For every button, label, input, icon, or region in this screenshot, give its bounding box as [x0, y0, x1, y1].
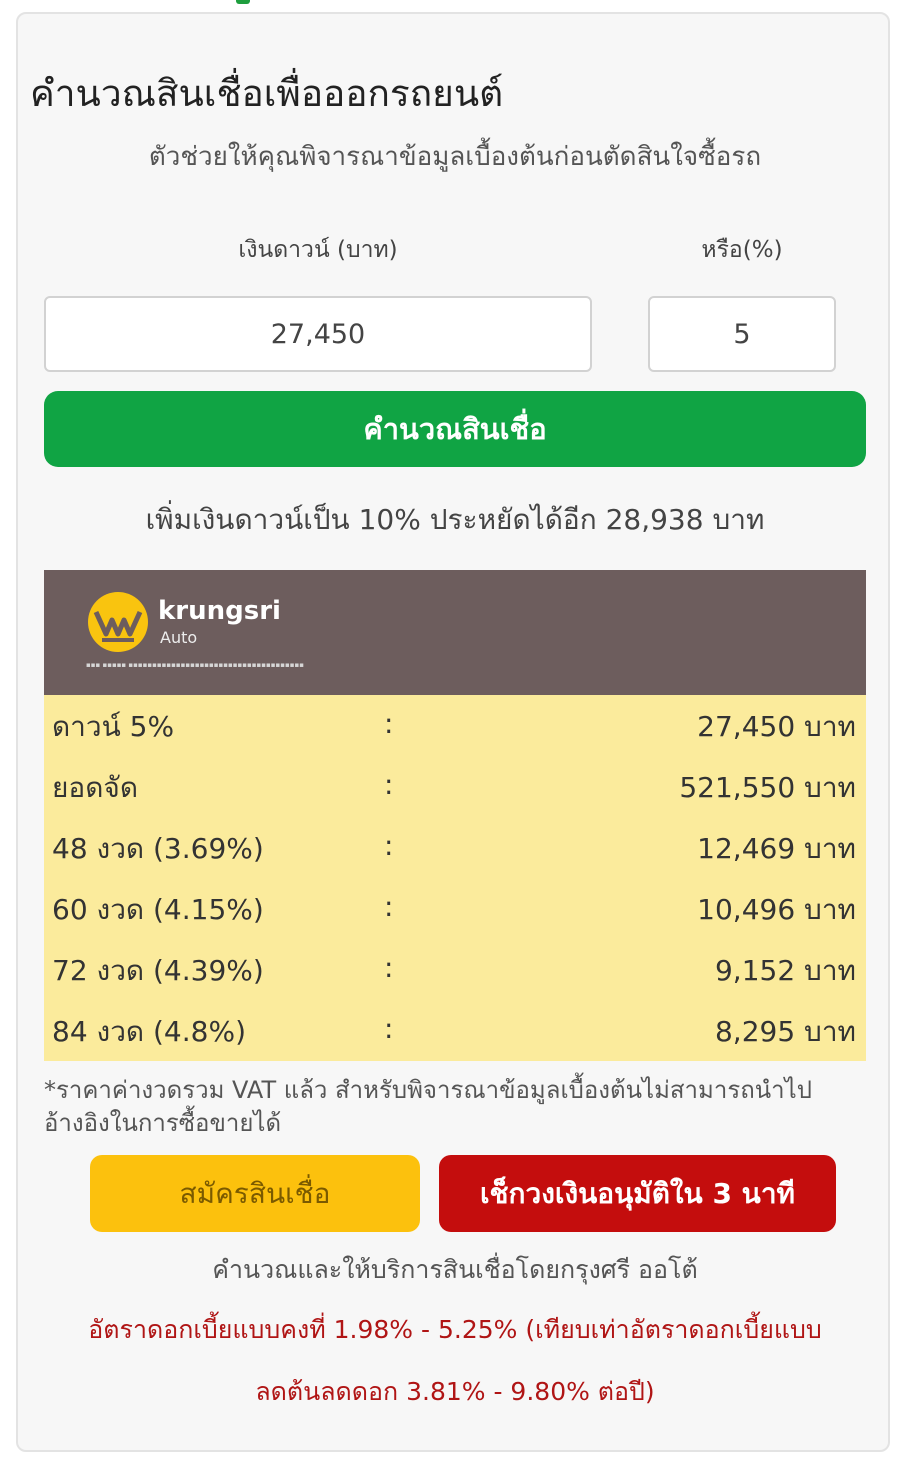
- result-value: 8,295 บาท: [714, 1015, 856, 1048]
- savings-note: เพิ่มเงินดาวน์เป็น 10% ประหยัดได้อีก 28,…: [145, 503, 765, 536]
- interest-rate-note: อัตราดอกเบี้ยแบบคงที่ 1.98% - 5.25% (เที…: [88, 1315, 822, 1406]
- result-row-72: 72 งวด (4.39%) : 9,152 บาท: [44, 939, 866, 1000]
- result-label: 72 งวด (4.39%): [52, 954, 264, 987]
- result-value: 10,496 บาท: [697, 893, 856, 926]
- result-separator: :: [384, 707, 394, 740]
- brand-panel: krungsri Auto ▪▪▪ ▪▪▪▪▪ ▪▪▪▪▪▪▪▪▪▪▪▪▪▪▪▪…: [44, 570, 866, 695]
- result-label: 48 งวด (3.69%): [52, 832, 264, 865]
- result-row-60: 60 งวด (4.15%) : 10,496 บาท: [44, 878, 866, 939]
- result-value: 9,152 บาท: [714, 954, 856, 987]
- result-label: ยอดจัด: [52, 771, 138, 804]
- result-separator: :: [384, 768, 394, 801]
- down-payment-input[interactable]: [44, 296, 592, 372]
- result-separator: :: [384, 951, 394, 984]
- top-accent-bar: [236, 0, 250, 4]
- page-subtitle: ตัวช่วยให้คุณพิจารณาข้อมูลเบื้องต้นก่อนต…: [148, 142, 762, 172]
- krungsri-logo-icon: [88, 592, 148, 652]
- brand-sub: Auto: [160, 628, 198, 647]
- result-row-48: 48 งวด (3.69%) : 12,469 บาท: [44, 817, 866, 878]
- result-label: 84 งวด (4.8%): [52, 1015, 246, 1048]
- check-approval-button[interactable]: เช็กวงเงินอนุมัติใน 3 นาที: [439, 1155, 836, 1232]
- result-separator: :: [384, 890, 394, 923]
- calculate-loan-button[interactable]: คำนวณสินเชื่อ: [44, 391, 866, 467]
- page-title: คำนวณสินเชื่อเพื่อออกรถยนต์: [30, 72, 504, 115]
- result-label: ดาวน์ 5%: [52, 710, 175, 743]
- result-row-84: 84 งวด (4.8%) : 8,295 บาท: [44, 1000, 866, 1061]
- result-label: 60 งวด (4.15%): [52, 893, 264, 926]
- result-value: 521,550 บาท: [679, 771, 856, 804]
- apply-loan-button[interactable]: สมัครสินเชื่อ: [90, 1155, 420, 1232]
- provider-note: คำนวณและให้บริการสินเชื่อโดยกรุงศรี ออโต…: [212, 1255, 698, 1284]
- result-separator: :: [384, 1012, 394, 1045]
- down-payment-label: เงินดาวน์ (บาท): [238, 237, 398, 263]
- result-table: ดาวน์ 5% : 27,450 บาท ยอดจัด : 521,550 บ…: [44, 695, 866, 1061]
- result-value: 27,450 บาท: [697, 710, 856, 743]
- loan-calculator-card: คำนวณสินเชื่อเพื่อออกรถยนต์ ตัวช่วยให้คุ…: [16, 12, 890, 1452]
- down-percent-label: หรือ(%): [701, 237, 783, 263]
- brand-name: krungsri: [158, 596, 281, 626]
- result-value: 12,469 บาท: [697, 832, 856, 865]
- result-row-down: ดาวน์ 5% : 27,450 บาท: [44, 695, 866, 756]
- brand-tagline: ▪▪▪ ▪▪▪▪▪ ▪▪▪▪▪▪▪▪▪▪▪▪▪▪▪▪▪▪▪▪▪▪▪▪▪▪▪▪▪▪…: [86, 661, 304, 669]
- result-row-financed: ยอดจัด : 521,550 บาท: [44, 756, 866, 817]
- result-separator: :: [384, 829, 394, 862]
- disclaimer-note: *ราคาค่างวดรวม VAT แล้ว สำหรับพิจารณาข้อ…: [44, 1076, 812, 1137]
- down-percent-input[interactable]: [648, 296, 836, 372]
